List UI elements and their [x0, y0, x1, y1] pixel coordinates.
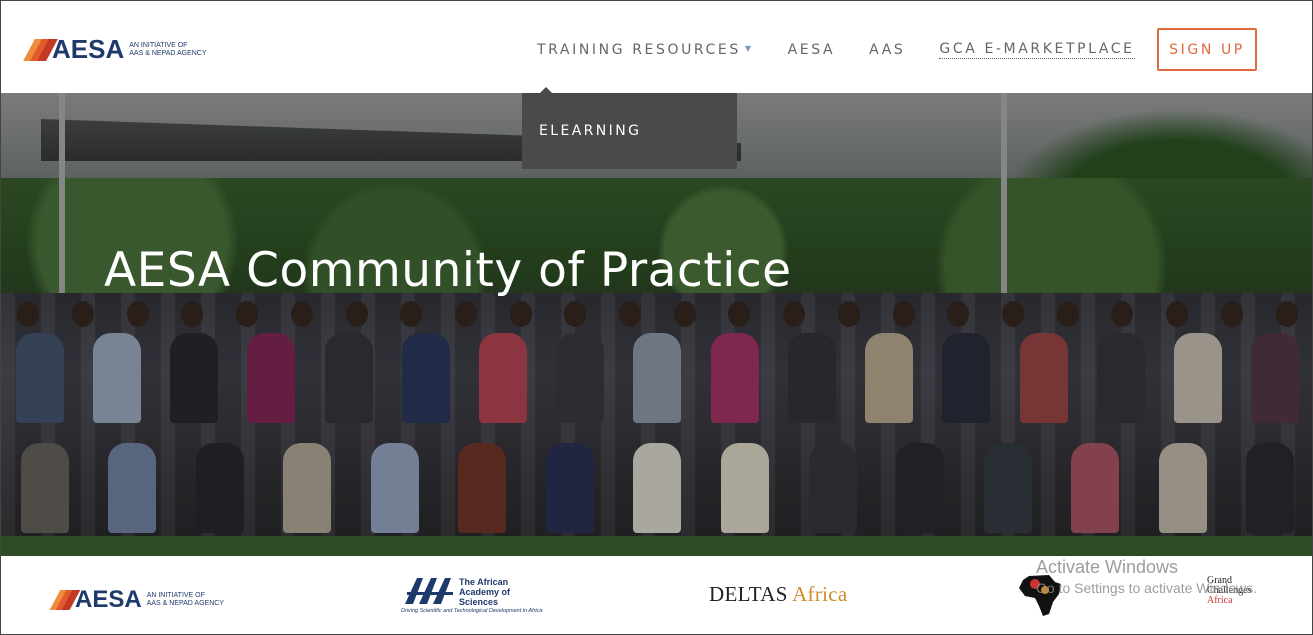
logo-tagline: AN INITIATIVE OF AAS & NEPAD AGENCY — [129, 42, 206, 58]
partner-aesa-tagline-line1: AN INITIATIVE OF — [146, 592, 205, 599]
deltas-word: DELTAS — [709, 582, 788, 606]
signup-button[interactable]: SIGN UP — [1157, 28, 1257, 71]
aesa-logo[interactable]: AESA AN INITIATIVE OF AAS & NEPAD AGENCY — [23, 34, 207, 65]
aas-logo-icon — [405, 578, 453, 604]
gc-line3: Africa — [1207, 595, 1233, 606]
watermark-line1: Activate Windows — [1036, 557, 1179, 577]
main-nav: TRAINING RESOURCES ▼ AESA AAS GCA E-MARKE… — [537, 41, 1169, 59]
hero-title: AESA Community of Practice — [104, 243, 792, 298]
logo-tagline-line2: AAS & NEPAD AGENCY — [129, 49, 207, 57]
aas-name: The African Academy of Sciences — [459, 577, 551, 607]
aesa-logo-icon — [49, 590, 81, 610]
nav-training-resources-label: TRAINING RESOURCES — [537, 42, 741, 58]
partner-aesa-tagline-line2: AAS & NEPAD AGENCY — [146, 600, 224, 607]
partner-aesa-logo[interactable]: AESA AN INITIATIVE OF AAS & NEPAD AGENCY — [49, 586, 224, 614]
site-header: AESA AN INITIATIVE OF AAS & NEPAD AGENCY… — [1, 1, 1312, 93]
partner-deltas-logo[interactable]: DELTAS Africa — [709, 582, 848, 607]
partner-aesa-word: AESA — [75, 586, 142, 613]
browser-viewport: AESA AN INITIATIVE OF AAS & NEPAD AGENCY… — [0, 0, 1313, 635]
windows-activation-watermark: Activate Windows Go to Settings to activ… — [1036, 557, 1257, 596]
nav-aas[interactable]: AAS — [869, 42, 905, 58]
caret-down-icon: ▼ — [744, 44, 754, 53]
aesa-logo-icon — [23, 38, 58, 61]
partner-aesa-tagline: AN INITIATIVE OF AAS & NEPAD AGENCY — [147, 592, 224, 608]
logo-tagline-line1: AN INITIATIVE OF — [129, 41, 188, 49]
nav-gca-emarketplace[interactable]: GCA E-MARKETPLACE — [939, 41, 1135, 59]
partner-aas-logo[interactable]: The African Academy of Sciences Driving … — [401, 574, 551, 620]
logo-word: AESA — [52, 34, 125, 64]
aas-name-line2: Academy of Sciences — [459, 587, 511, 607]
dropdown-item-elearning[interactable]: ELEARNING — [539, 123, 641, 139]
deltas-africa: Africa — [792, 582, 848, 606]
nav-aesa[interactable]: AESA — [788, 42, 836, 58]
watermark-line2: Go to Settings to activate Windows. — [1036, 580, 1257, 596]
training-resources-dropdown: ELEARNING — [522, 93, 737, 169]
aas-motto: Driving Scientific and Technological Dev… — [401, 608, 543, 614]
nav-training-resources[interactable]: TRAINING RESOURCES ▼ — [537, 42, 754, 58]
aas-name-line1: The African — [459, 577, 509, 587]
